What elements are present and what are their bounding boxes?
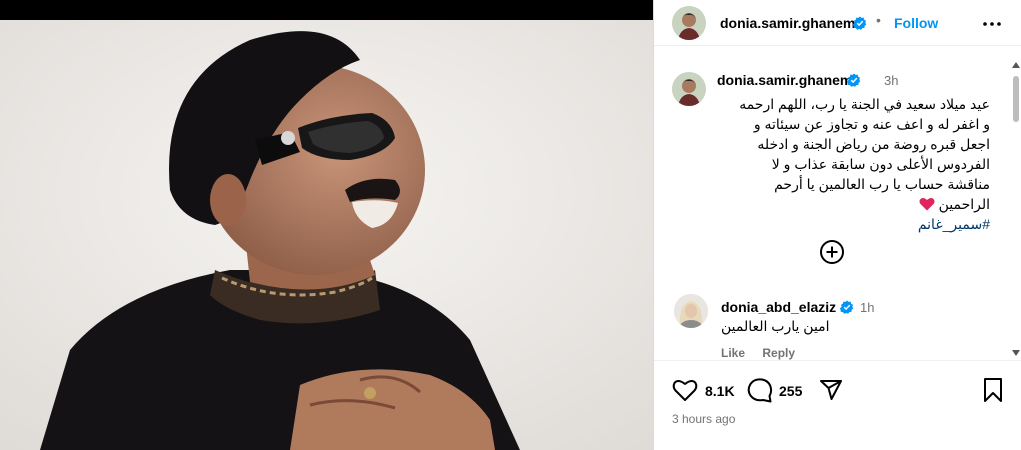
heart-icon[interactable]	[672, 378, 698, 402]
more-options-icon[interactable]	[980, 12, 1004, 36]
caption-verified-badge-icon	[843, 72, 861, 90]
comments-count[interactable]: 255	[779, 383, 802, 399]
scrollbar-thumb[interactable]	[1013, 76, 1019, 122]
author-avatar[interactable]	[672, 6, 706, 40]
caption-time[interactable]: 3h	[884, 73, 898, 88]
likes-count[interactable]: 8.1K	[705, 383, 735, 399]
caption-author-avatar[interactable]	[672, 72, 706, 106]
commenter-verified-badge-icon	[836, 299, 854, 317]
comments-scroll-area[interactable]: donia.samir.ghanem 3h عيد ميلاد سعيد في …	[654, 58, 1021, 360]
comments-scrollbar[interactable]	[1010, 58, 1021, 360]
share-icon[interactable]	[819, 378, 843, 402]
verified-badge-icon	[849, 15, 867, 33]
commenter-avatar[interactable]	[674, 294, 708, 328]
comment-item: donia_abd_elaziz 1h امين يارب العالمين L…	[674, 294, 1004, 360]
post-image-illustration	[0, 20, 653, 450]
comment-like-button[interactable]: Like	[721, 346, 745, 360]
caption-line: اجعل قبره روضة من رياض الجنة و ادخله	[757, 136, 990, 152]
caption-line: مناقشة حساب يا رب العالمين يا أرحم	[774, 176, 990, 192]
caption-line-last: الراحمين #سمير_غانم	[712, 194, 990, 234]
photo-top-bar	[0, 0, 653, 20]
load-more-comments-icon[interactable]	[818, 238, 846, 266]
scroll-down-arrow-icon[interactable]	[1012, 350, 1020, 356]
comment-reply-button[interactable]: Reply	[762, 346, 795, 360]
bookmark-icon[interactable]	[982, 377, 1004, 403]
follow-button[interactable]: Follow	[894, 15, 938, 31]
red-heart-emoji-icon	[919, 197, 935, 211]
caption-text: عيد ميلاد سعيد في الجنة يا رب، اللهم ارح…	[712, 94, 990, 234]
caption-line: عيد ميلاد سعيد في الجنة يا رب، اللهم ارح…	[739, 96, 990, 112]
caption-hashtag[interactable]: #سمير_غانم	[918, 216, 990, 232]
post-timestamp[interactable]: 3 hours ago	[672, 412, 735, 426]
separator-dot: •	[876, 12, 881, 28]
comment-actions: Like Reply	[721, 346, 809, 360]
comment-icon[interactable]	[747, 377, 773, 403]
comment-time[interactable]: 1h	[860, 300, 874, 315]
comment-text: امين يارب العالمين	[721, 318, 830, 334]
commenter-username[interactable]: donia_abd_elaziz	[721, 299, 836, 315]
caption-last-text: الراحمين	[938, 196, 990, 212]
author-username[interactable]: donia.samir.ghanem	[720, 15, 855, 31]
caption-author-username[interactable]: donia.samir.ghanem	[717, 72, 852, 88]
caption-line: و اغفر له و اعف عنه و تجاوز عن سيئاته و	[753, 116, 990, 132]
caption-line: الفردوس الأعلى دون سابقة عذاب و لا	[771, 156, 990, 172]
post-actions-footer: 8.1K 255 3 hours ago	[654, 360, 1021, 450]
scroll-up-arrow-icon[interactable]	[1012, 62, 1020, 68]
post-header: donia.samir.ghanem • Follow	[654, 0, 1021, 46]
post-photo[interactable]	[0, 0, 653, 450]
post-side-panel: donia.samir.ghanem • Follow donia.samir.…	[653, 0, 1021, 450]
